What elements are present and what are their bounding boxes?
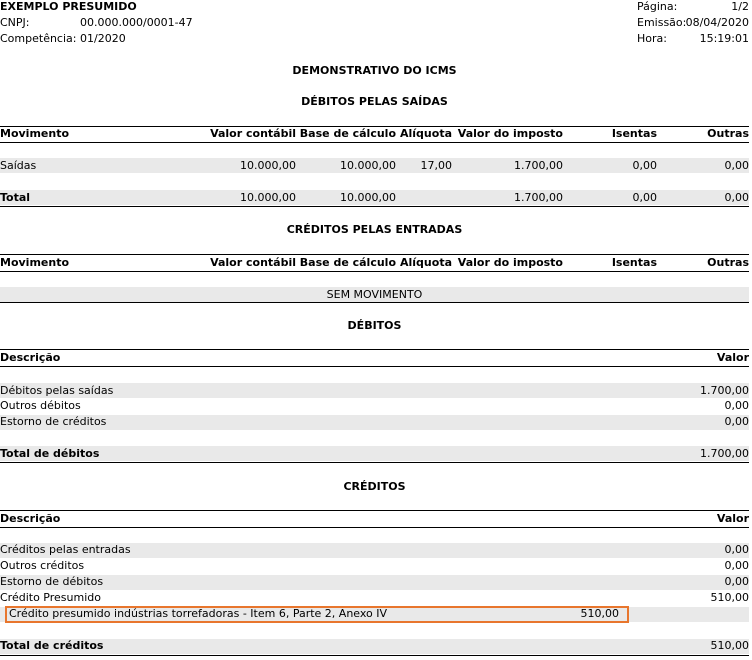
cell-valor-contabil: 10.000,00 [240,159,296,172]
section-divider [0,271,749,272]
section-divider [0,655,749,656]
col-aliquota: Alíquota [400,127,452,140]
list-item: Outros créditos [0,559,85,572]
debitos-saidas-title: DÉBITOS PELAS SAÍDAS [301,95,448,108]
creditos-entradas-title: CRÉDITOS PELAS ENTRADAS [286,223,463,236]
cnpj-value: 00.000.000/0001-47 [80,16,193,29]
col-valor-imposto: Valor do imposto [457,127,563,140]
section-divider [0,302,749,303]
col-isentas: Isentas [611,256,657,269]
col-movimento: Movimento [0,256,70,269]
emissao-value: 08/04/2020 [685,16,749,29]
hora-label: Hora: [637,32,667,45]
hora-value: 15:19:01 [699,32,749,45]
total-isentas: 0,00 [632,191,658,204]
total-valor-imposto: 1.700,00 [514,191,563,204]
pagina-label: Página: [637,0,678,13]
section-divider [0,510,749,511]
col-valor-contabil: Valor contábil [210,256,296,269]
list-item-value: 0,00 [724,415,750,428]
section-divider [0,349,749,350]
col-valor-imposto: Valor do imposto [457,256,563,269]
cnpj-label: CNPJ: [0,16,30,29]
cell-movimento: Saídas [0,159,37,172]
col-base-calculo: Base de cálculo [299,256,396,269]
col-valor-contabil: Valor contábil [210,127,296,140]
total-label: Total [0,191,31,204]
col-descricao: Descrição [0,512,61,525]
col-outras: Outras [707,127,749,140]
total-outras: 0,00 [724,191,750,204]
cell-aliquota: 17,00 [420,159,453,172]
pagina-value: 1/2 [731,0,749,13]
cell-outras: 0,00 [724,159,750,172]
total-base-calculo: 10.000,00 [340,191,396,204]
section-divider [0,527,749,528]
emissao-label: Emissão: [637,16,687,29]
col-descricao: Descrição [0,351,61,364]
col-isentas: Isentas [611,127,657,140]
detail-desc: Crédito presumido indústrias torrefadora… [9,607,388,620]
section-divider [0,254,749,255]
col-movimento: Movimento [0,127,70,140]
detail-value: 510,00 [580,607,620,620]
creditos-title: CRÉDITOS [343,480,406,493]
col-outras: Outras [707,256,749,269]
section-divider [0,206,749,207]
list-item-value: 0,00 [724,543,750,556]
list-item: Créditos pelas entradas [0,543,131,556]
list-item-value: 0,00 [724,559,750,572]
cell-base-calculo: 10.000,00 [340,159,396,172]
col-valor: Valor [716,351,749,364]
col-base-calculo: Base de cálculo [299,127,396,140]
col-valor: Valor [716,512,749,525]
competencia-value: 01/2020 [80,32,126,45]
list-item: Outros débitos [0,399,81,412]
list-item-value: 0,00 [724,575,750,588]
cell-isentas: 0,00 [632,159,658,172]
section-divider [0,366,749,367]
list-item-value: 0,00 [724,399,750,412]
list-item: Débitos pelas saídas [0,384,114,397]
list-item-value: 1.700,00 [700,384,749,397]
cell-valor-imposto: 1.700,00 [514,159,563,172]
list-item: Estorno de créditos [0,415,107,428]
competencia-label: Competência: [0,32,77,45]
total-debitos-value: 1.700,00 [700,447,749,460]
list-item: Estorno de débitos [0,575,104,588]
col-aliquota: Alíquota [400,256,452,269]
total-creditos-value: 510,00 [710,639,750,652]
total-creditos-label: Total de créditos [0,639,104,652]
report-title: DEMONSTRATIVO DO ICMS [292,64,457,77]
list-item: Crédito Presumido [0,591,101,604]
section-divider [0,462,749,463]
total-valor-contabil: 10.000,00 [240,191,296,204]
list-item-value: 510,00 [710,591,750,604]
empty-state-text: SEM MOVIMENTO [326,288,423,301]
company-name: EXEMPLO PRESUMIDO [0,0,137,13]
total-debitos-label: Total de débitos [0,447,100,460]
debitos-title: DÉBITOS [347,319,402,332]
section-divider [0,142,749,143]
